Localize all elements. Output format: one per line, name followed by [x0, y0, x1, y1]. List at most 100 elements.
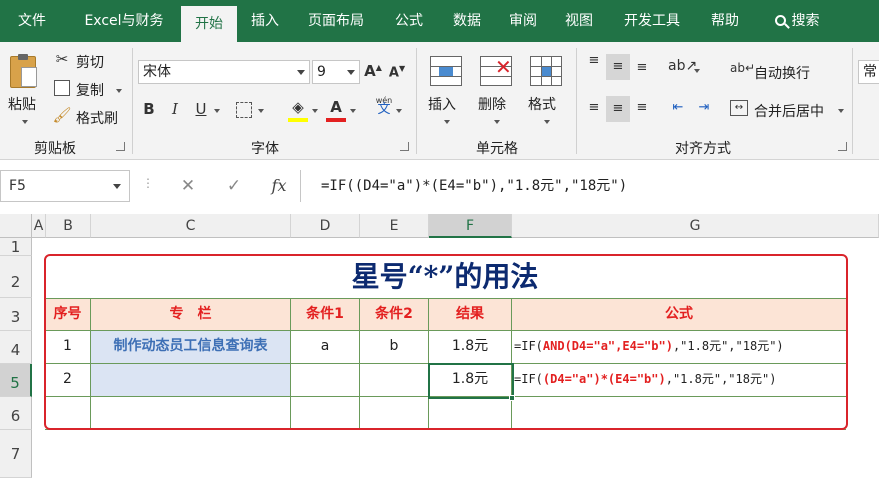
- cell-f5[interactable]: 1.8元: [429, 364, 512, 397]
- cell-e4[interactable]: b: [360, 331, 429, 364]
- tab-help[interactable]: 帮助: [700, 0, 750, 42]
- header-cell-topic[interactable]: 专 栏: [91, 298, 291, 331]
- font-name-select[interactable]: 宋体: [138, 60, 310, 84]
- row-header-6[interactable]: 6: [0, 397, 32, 430]
- underline-icon[interactable]: U: [192, 100, 210, 118]
- align-top-icon[interactable]: ≡: [584, 54, 604, 67]
- cell-b6[interactable]: [45, 397, 91, 430]
- cell-e6[interactable]: [360, 397, 429, 430]
- cancel-icon[interactable]: ✕: [178, 176, 198, 196]
- tab-insert[interactable]: 插入: [240, 0, 290, 42]
- fill-handle[interactable]: [509, 395, 515, 401]
- insert-cells-button[interactable]: 插入: [424, 52, 470, 132]
- tab-excel-finance[interactable]: Excel与财务: [72, 0, 176, 42]
- font-launcher-icon[interactable]: [400, 142, 409, 151]
- sheet-title[interactable]: 星号“*”的用法: [45, 256, 845, 298]
- row-header-1[interactable]: 1: [0, 238, 32, 256]
- tab-home[interactable]: 开始: [181, 6, 237, 42]
- header-cell-formula[interactable]: 公式: [512, 298, 846, 331]
- font-color-dropdown-icon[interactable]: [350, 109, 356, 113]
- cell-b4[interactable]: 1: [45, 331, 91, 364]
- search-box[interactable]: 搜索: [762, 0, 832, 42]
- font-color-icon[interactable]: A: [326, 98, 346, 122]
- cell-c5[interactable]: [91, 364, 291, 397]
- header-cell-result[interactable]: 结果: [429, 298, 512, 331]
- align-left-icon[interactable]: ≡: [584, 100, 604, 115]
- column-header-c[interactable]: C: [91, 214, 291, 238]
- cell-g4[interactable]: =IF(AND(D4="a",E4="b"),"1.8元","18元"): [512, 331, 846, 364]
- cell-d6[interactable]: [291, 397, 360, 430]
- tab-review[interactable]: 审阅: [498, 0, 548, 42]
- borders-dropdown-icon[interactable]: [258, 109, 264, 113]
- font-size-select[interactable]: 9: [312, 60, 360, 84]
- cell-b5[interactable]: 2: [45, 364, 91, 397]
- format-dropdown-icon: [544, 120, 550, 124]
- cell-f6[interactable]: [429, 397, 512, 430]
- insert-function-icon[interactable]: fx: [268, 176, 290, 195]
- tab-formulas[interactable]: 公式: [384, 0, 434, 42]
- bold-icon[interactable]: B: [140, 100, 158, 118]
- row-header-2[interactable]: 2: [0, 256, 32, 298]
- underline-dropdown-icon[interactable]: [214, 109, 220, 113]
- format-cells-button[interactable]: 格式: [524, 52, 570, 132]
- column-header-d[interactable]: D: [291, 214, 360, 238]
- cell-g5[interactable]: =IF((D4="a")*(E4="b"),"1.8元","18元"): [512, 364, 846, 397]
- cell-c6[interactable]: [91, 397, 291, 430]
- paste-button[interactable]: 粘贴: [6, 52, 44, 130]
- align-middle-icon[interactable]: ≡: [606, 54, 630, 80]
- tab-file[interactable]: 文件: [6, 0, 58, 42]
- cell-c4[interactable]: 制作动态员工信息查询表: [91, 331, 291, 364]
- italic-icon[interactable]: I: [166, 100, 184, 118]
- wrap-text-button[interactable]: ab↵ 自动换行: [730, 60, 822, 84]
- copy-button[interactable]: 复制: [52, 78, 124, 100]
- tab-data[interactable]: 数据: [442, 0, 492, 42]
- select-all-corner[interactable]: [0, 214, 32, 238]
- grow-font-icon[interactable]: A▲: [364, 62, 382, 80]
- name-box[interactable]: F5: [0, 170, 130, 202]
- orientation-icon[interactable]: ab↗: [668, 58, 697, 74]
- tab-developer[interactable]: 开发工具: [612, 0, 692, 42]
- format-painter-button[interactable]: 🖌 格式刷: [52, 106, 128, 128]
- clipboard-launcher-icon[interactable]: [116, 142, 125, 151]
- cell-f4[interactable]: 1.8元: [429, 331, 512, 364]
- phonetic-dropdown-icon[interactable]: [396, 109, 402, 113]
- phonetic-guide-icon[interactable]: wén 文: [372, 96, 396, 116]
- header-cell-cond2[interactable]: 条件2: [360, 298, 429, 331]
- header-cell-no[interactable]: 序号: [45, 298, 91, 331]
- merge-center-button[interactable]: ↔ 合并后居中: [730, 98, 850, 122]
- row-header-4[interactable]: 4: [0, 331, 32, 364]
- drag-handle-icon[interactable]: ⋮: [142, 176, 154, 190]
- orientation-dropdown-icon[interactable]: [694, 69, 700, 73]
- increase-indent-icon[interactable]: ⇥: [694, 100, 714, 115]
- fill-color-dropdown-icon[interactable]: [312, 109, 318, 113]
- align-right-icon[interactable]: ≡: [632, 100, 652, 115]
- tab-page-layout[interactable]: 页面布局: [296, 0, 376, 42]
- fill-color-icon[interactable]: ◈: [288, 98, 308, 122]
- cell-d4[interactable]: a: [291, 331, 360, 364]
- align-bottom-icon[interactable]: ≡: [632, 60, 652, 75]
- row-header-7[interactable]: 7: [0, 430, 32, 478]
- formula-suffix: ,"1.8元","18元"): [665, 372, 777, 386]
- cut-button[interactable]: ✂ 剪切: [52, 50, 124, 72]
- column-header-a[interactable]: A: [32, 214, 46, 238]
- delete-cells-button[interactable]: ✕ 删除: [474, 52, 520, 132]
- cell-g6[interactable]: [512, 397, 846, 430]
- decrease-indent-icon[interactable]: ⇤: [668, 100, 688, 115]
- tab-view[interactable]: 视图: [554, 0, 604, 42]
- header-cell-cond1[interactable]: 条件1: [291, 298, 360, 331]
- align-center-icon[interactable]: ≡: [606, 96, 630, 122]
- row-header-5[interactable]: 5: [0, 364, 32, 397]
- column-header-f[interactable]: F: [429, 214, 512, 238]
- row-header-3[interactable]: 3: [0, 298, 32, 331]
- cell-d5[interactable]: [291, 364, 360, 397]
- confirm-icon[interactable]: ✓: [224, 176, 244, 196]
- formula-input[interactable]: =IF((D4="a")*(E4="b"),"1.8元","18元"): [300, 170, 879, 202]
- column-header-b[interactable]: B: [46, 214, 91, 238]
- borders-icon[interactable]: [236, 102, 252, 118]
- column-header-g[interactable]: G: [512, 214, 879, 238]
- shrink-font-icon[interactable]: A▼: [388, 64, 406, 80]
- cell-e5[interactable]: [360, 364, 429, 397]
- column-header-e[interactable]: E: [360, 214, 429, 238]
- alignment-launcher-icon[interactable]: [838, 142, 847, 151]
- number-format-select[interactable]: 常: [858, 60, 879, 84]
